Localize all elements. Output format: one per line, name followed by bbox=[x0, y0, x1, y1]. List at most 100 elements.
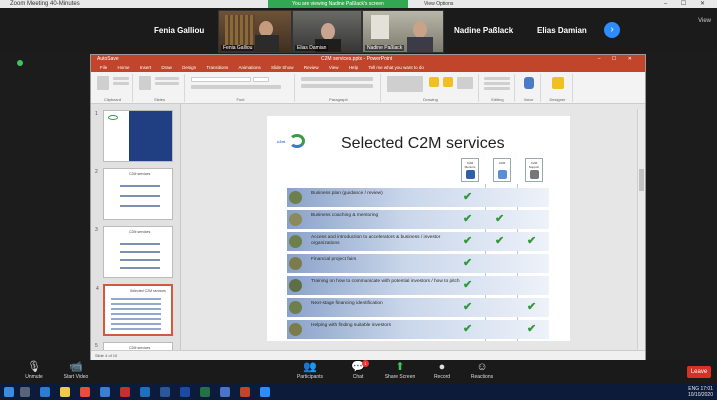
checkmark-icon: ✔ bbox=[527, 301, 537, 313]
window-controls[interactable]: – ☐ ✕ bbox=[664, 0, 711, 8]
slide-thumbnail[interactable]: 3 C2M services bbox=[95, 226, 173, 278]
service-icon bbox=[289, 279, 302, 292]
participant-strip: Fenia Galliou Fenia Galliou Elias Damian… bbox=[0, 8, 717, 53]
service-label: Access and introduction to accelerators … bbox=[311, 235, 441, 246]
ribbon-tab[interactable]: View bbox=[329, 64, 339, 72]
checkmark-icon: ✔ bbox=[495, 235, 505, 247]
chat-unread-badge: 1 bbox=[362, 360, 369, 367]
ribbon-group-voice: Voice bbox=[517, 74, 541, 102]
chat-button[interactable]: 💬 Chat 1 bbox=[338, 360, 378, 380]
font-size-select[interactable] bbox=[253, 77, 269, 82]
ppt-window-controls[interactable]: – ☐ ✕ bbox=[598, 55, 637, 64]
window-title: Zoom Meeting 40-Minutes bbox=[10, 1, 80, 7]
new-slide-icon[interactable] bbox=[139, 76, 151, 90]
next-participants-button[interactable]: › bbox=[604, 22, 620, 38]
slide-thumbnail[interactable]: 1 bbox=[95, 110, 173, 162]
slide-canvas: c2m Selected C2M services C2M Mentors C2… bbox=[267, 116, 570, 341]
outlook-icon[interactable] bbox=[140, 387, 150, 397]
arrange-icon[interactable] bbox=[429, 77, 439, 87]
participant-video[interactable]: Fenia Galliou bbox=[218, 10, 292, 53]
slide-thumbnail-selected[interactable]: 4 Selected C2M services bbox=[96, 284, 173, 336]
start-video-button[interactable]: 📹 Start Video bbox=[56, 361, 96, 380]
dictate-icon[interactable] bbox=[524, 77, 534, 89]
title-bar: Zoom Meeting 40-Minutes You are viewing … bbox=[0, 0, 717, 8]
chat-icon: 💬 bbox=[351, 361, 365, 373]
column-header: C2M Mentors bbox=[461, 158, 479, 182]
view-button[interactable]: View bbox=[698, 18, 711, 24]
slide-thumbnail[interactable]: 5 C2M services bbox=[95, 342, 173, 350]
ribbon-tab[interactable]: Animations bbox=[239, 64, 261, 72]
tell-me-search[interactable]: Tell me what you want to do bbox=[368, 64, 424, 72]
ribbon-group-designer: Designer bbox=[543, 74, 573, 102]
file-explorer-icon[interactable] bbox=[60, 387, 70, 397]
share-screen-icon: ⬆ bbox=[395, 361, 405, 373]
column-header: C2M bbox=[493, 158, 511, 182]
zoom-app-icon[interactable] bbox=[180, 387, 190, 397]
quick-styles-icon[interactable] bbox=[443, 77, 453, 87]
ribbon-tab[interactable]: Home bbox=[118, 64, 130, 72]
service-row: Financial project fairs bbox=[287, 254, 549, 273]
service-icon bbox=[289, 301, 302, 314]
service-row: Access and introduction to accelerators … bbox=[287, 232, 549, 251]
powerpoint-icon[interactable] bbox=[240, 387, 250, 397]
view-options-button[interactable]: View Options bbox=[424, 0, 453, 8]
shapes-gallery[interactable] bbox=[387, 76, 423, 92]
search-icon[interactable] bbox=[20, 387, 30, 397]
ribbon-tabs: File Home Insert Draw Design Transitions… bbox=[91, 64, 645, 72]
ribbon-tab[interactable]: Help bbox=[349, 64, 358, 72]
ppt-status-bar: Slide 4 of 10 bbox=[91, 350, 645, 360]
ppt-title-bar: AutoSave C2M services.pptx - PowerPoint … bbox=[91, 55, 645, 64]
acrobat-icon[interactable] bbox=[120, 387, 130, 397]
ribbon-tab[interactable]: File bbox=[100, 64, 107, 72]
service-row: Business coaching & mentoring bbox=[287, 210, 549, 229]
document-icon bbox=[498, 170, 507, 179]
zoom-meeting-icon[interactable] bbox=[260, 387, 270, 397]
participants-icon: 👥 bbox=[303, 361, 317, 373]
teams-icon[interactable] bbox=[220, 387, 230, 397]
slide-title: Selected C2M services bbox=[341, 135, 505, 152]
paste-icon[interactable] bbox=[97, 76, 109, 90]
excel-icon[interactable] bbox=[200, 387, 210, 397]
ribbon-group-slides: Slides bbox=[135, 74, 185, 102]
participant-video[interactable]: Nadine Paßlack bbox=[362, 10, 444, 53]
unmute-button[interactable]: 🎙 Unmute bbox=[14, 361, 54, 380]
ribbon-tab[interactable]: Design bbox=[182, 64, 196, 72]
people-icon bbox=[466, 170, 475, 179]
share-screen-button[interactable]: ⬆ Share Screen bbox=[380, 361, 420, 380]
service-label: Business coaching & mentoring bbox=[311, 213, 379, 218]
font-family-select[interactable] bbox=[191, 77, 251, 82]
ribbon-tab[interactable]: Slide Show bbox=[271, 64, 294, 72]
checkmark-icon: ✔ bbox=[527, 235, 537, 247]
service-label: Training on how to communicate with pote… bbox=[311, 279, 460, 284]
design-ideas-icon[interactable] bbox=[552, 77, 564, 89]
video-caption: Elias Damian bbox=[295, 45, 329, 51]
system-tray[interactable]: ENG 17:01 10/10/2020 bbox=[688, 386, 713, 398]
ribbon-group-font: Font bbox=[187, 74, 295, 102]
edge-icon[interactable] bbox=[40, 387, 50, 397]
checkmark-icon: ✔ bbox=[463, 213, 473, 225]
ribbon-tab[interactable]: Review bbox=[304, 64, 319, 72]
service-row: Training on how to communicate with pote… bbox=[287, 276, 549, 295]
service-row: Helping with finding suitable investors bbox=[287, 320, 549, 339]
service-label: Helping with finding suitable investors bbox=[311, 323, 391, 328]
participant-name: Fenia Galliou bbox=[154, 26, 205, 35]
participants-button[interactable]: 👥 Participants bbox=[290, 361, 330, 380]
word-icon[interactable] bbox=[160, 387, 170, 397]
record-button[interactable]: ● Record bbox=[422, 361, 462, 380]
participant-video[interactable]: Elias Damian bbox=[292, 10, 362, 53]
vertical-scrollbar[interactable] bbox=[637, 109, 645, 350]
ribbon-tab[interactable]: Insert bbox=[140, 64, 151, 72]
leave-button[interactable]: Leave bbox=[687, 366, 711, 378]
chrome-icon[interactable] bbox=[80, 387, 90, 397]
windows-start-icon[interactable] bbox=[4, 387, 14, 397]
ribbon-group-clipboard: Clipboard bbox=[93, 74, 133, 102]
screen-share-banner: You are viewing Nadine Paßlack's screen bbox=[268, 0, 408, 8]
reactions-button[interactable]: ☺ Reactions bbox=[462, 361, 502, 380]
record-icon: ● bbox=[438, 361, 446, 373]
autosave-label[interactable]: AutoSave bbox=[97, 55, 119, 64]
mail-icon[interactable] bbox=[100, 387, 110, 397]
ppt-document-title: C2M services.pptx - PowerPoint bbox=[321, 56, 393, 62]
ribbon-tab[interactable]: Transitions bbox=[206, 64, 228, 72]
slide-thumbnail[interactable]: 2 C2M services bbox=[95, 168, 173, 220]
ribbon-tab[interactable]: Draw bbox=[161, 64, 172, 72]
